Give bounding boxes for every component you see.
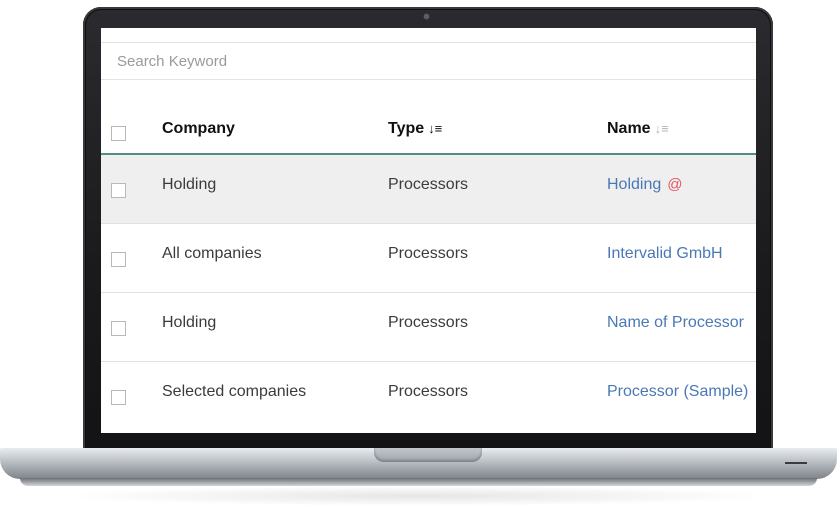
laptop-opening-notch	[374, 448, 482, 462]
company-cell: All companies	[162, 245, 262, 262]
laptop-base-edge	[20, 478, 817, 486]
name-cell: Holding @	[607, 176, 683, 194]
processor-link[interactable]: Processor (Sample)	[607, 383, 748, 400]
camera-icon	[424, 14, 429, 19]
laptop-shadow	[60, 486, 777, 506]
column-header-company[interactable]: Company	[162, 120, 235, 138]
processor-link[interactable]: Intervalid GmbH	[607, 245, 723, 262]
row-checkbox[interactable]	[111, 183, 126, 198]
column-header-name[interactable]: Name ↓≡	[607, 120, 669, 138]
processor-link[interactable]: Holding	[607, 176, 661, 193]
sort-descending-icon[interactable]: ↓≡	[655, 121, 669, 136]
type-cell: Processors	[388, 314, 469, 331]
select-all-checkbox[interactable]	[111, 126, 126, 141]
type-cell: Processors	[388, 383, 469, 400]
table-row[interactable]: Selected companies Processors Processor …	[101, 362, 756, 431]
power-indicator-icon	[785, 462, 807, 464]
table-header: Company Type ↓≡ Name ↓≡	[101, 88, 756, 155]
column-header-label: Type	[388, 120, 425, 137]
type-cell: Processors	[388, 245, 469, 262]
processor-link[interactable]: Name of Processor	[607, 314, 744, 331]
name-cell: Name of Processor	[607, 314, 744, 332]
sort-descending-icon[interactable]: ↓≡	[428, 121, 442, 136]
name-cell: Intervalid GmbH	[607, 245, 723, 263]
search-input[interactable]	[101, 43, 756, 79]
column-header-label: Company	[162, 120, 235, 137]
type-cell: Processors	[388, 176, 469, 193]
row-checkbox[interactable]	[111, 252, 126, 267]
table-row[interactable]: All companies Processors Intervalid GmbH	[101, 224, 756, 293]
table-row[interactable]: Holding Processors Holding @	[101, 155, 756, 224]
laptop-screen: Company Type↓≡ Name↓≡ Holding Processors…	[101, 28, 756, 433]
table-row[interactable]: Holding Processors Name of Processor	[101, 293, 756, 362]
name-cell: Processor (Sample)	[607, 383, 748, 401]
at-sign-icon: @	[667, 176, 683, 193]
row-checkbox[interactable]	[111, 390, 126, 405]
company-cell: Holding	[162, 176, 217, 193]
column-header-label: Name	[607, 120, 651, 137]
row-checkbox[interactable]	[111, 321, 126, 336]
company-cell: Holding	[162, 314, 217, 331]
processors-table: Company Type ↓≡ Name ↓≡ Holding Processors…	[101, 88, 756, 431]
search-bar	[101, 42, 756, 80]
company-cell: Selected companies	[162, 383, 307, 400]
column-header-type[interactable]: Type ↓≡	[388, 120, 442, 138]
